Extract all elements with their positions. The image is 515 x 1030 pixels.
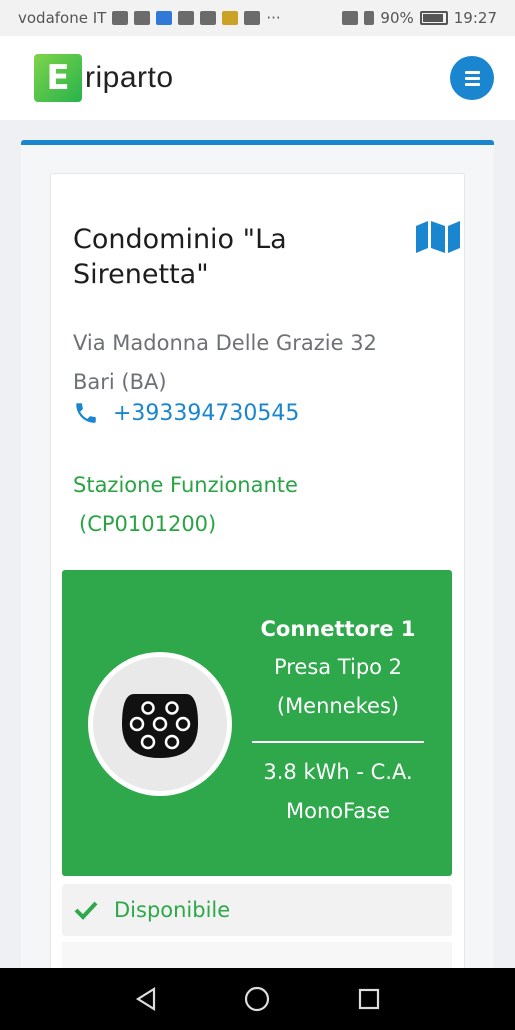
back-icon	[135, 987, 155, 1011]
logo-text: riparto	[85, 61, 174, 94]
phone-icon	[76, 403, 96, 423]
connector-power-line2: MonoFase	[285, 799, 390, 823]
connector-card[interactable]: Connettore 1 Presa Tipo 2 (Mennekes) 3.8…	[62, 570, 452, 876]
battery-icon	[419, 11, 448, 25]
home-icon	[245, 986, 270, 1012]
phone-link[interactable]: +393394730545	[73, 400, 299, 426]
more-notifications: ···	[266, 9, 281, 27]
system-nav-bar	[0, 968, 515, 1030]
nfc-icon	[342, 11, 359, 25]
phone-number: +393394730545	[113, 400, 300, 426]
bluetooth-icon	[364, 11, 375, 25]
status-bar-left: vodafone IT ···	[18, 9, 281, 27]
station-code: (CP0101200)	[79, 512, 217, 536]
station-card: Condominio "La Sirenetta" Via Madonna De…	[50, 173, 465, 1002]
connector-type-line2: (Mennekes)	[276, 694, 400, 718]
menu-button[interactable]	[450, 56, 494, 100]
recents-button[interactable]	[355, 985, 383, 1013]
whatsapp-icon	[200, 11, 217, 25]
station-panel: Condominio "La Sirenetta" Via Madonna De…	[21, 140, 494, 1002]
connector-divider	[252, 741, 424, 743]
menu-icon-line	[464, 76, 480, 80]
wifi-icon	[134, 11, 151, 25]
check-icon	[74, 901, 98, 920]
status-text: Stazione Funzionante	[73, 473, 298, 497]
connector-power-line1: 3.8 kWh - C.A.	[263, 760, 413, 784]
address-city: Bari (BA)	[73, 370, 167, 394]
connector-type-line1: Presa Tipo 2	[273, 655, 403, 679]
connector-info: Connettore 1 Presa Tipo 2 (Mennekes) 3.8…	[252, 610, 424, 831]
connector-plug-badge	[88, 652, 232, 796]
photo-app-icon	[222, 11, 239, 25]
status-bar-right: 90% 19:27	[342, 9, 497, 27]
station-status: Stazione Funzionante (CP0101200)	[73, 466, 433, 544]
carrier-name: vodafone IT	[18, 9, 107, 27]
recents-icon	[359, 988, 380, 1010]
menu-icon-line	[464, 82, 480, 86]
map-icon[interactable]	[416, 221, 460, 253]
address-line: Via Madonna Delle Grazie 32	[73, 331, 377, 355]
station-address: Via Madonna Delle Grazie 32 Bari (BA)	[73, 324, 433, 402]
status-bar: vodafone IT ··· 90% 19:27	[0, 0, 515, 36]
availability-status: Disponibile	[62, 884, 452, 936]
availability-text: Disponibile	[114, 898, 231, 922]
battery-percent: 90%	[380, 9, 414, 27]
back-button[interactable]	[132, 985, 160, 1013]
clock: 19:27	[453, 9, 497, 27]
app-header: E riparto	[0, 36, 515, 120]
home-button[interactable]	[243, 985, 271, 1013]
youtube-icon	[244, 11, 261, 25]
signal-icon	[112, 11, 129, 25]
type2-plug-icon	[122, 694, 198, 758]
gmail-icon	[178, 11, 195, 25]
menu-icon	[464, 70, 480, 74]
connector-title: Connettore 1	[260, 617, 416, 641]
station-name: Condominio "La Sirenetta"	[73, 224, 287, 290]
logo[interactable]: E riparto	[34, 54, 174, 102]
logo-badge: E	[34, 54, 82, 102]
shield-app-icon	[156, 11, 173, 25]
